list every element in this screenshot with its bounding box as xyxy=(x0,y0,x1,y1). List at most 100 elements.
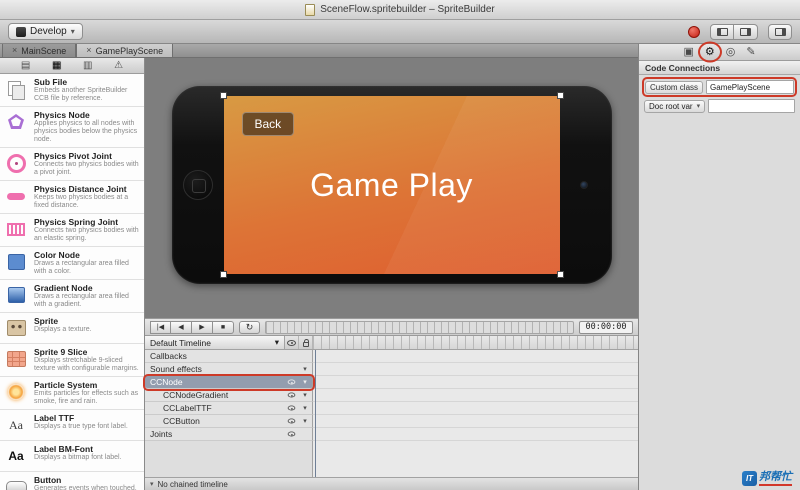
timeline-row[interactable]: CCNodeGradient ▾ xyxy=(145,389,638,402)
row-disclosure[interactable]: ▾ xyxy=(298,417,312,425)
palette-item[interactable]: Aa Label BM-Font Displays a bitmap font … xyxy=(0,441,144,472)
palette-item[interactable]: Physics Pivot Joint Connects two physics… xyxy=(0,148,144,181)
tab-label: MainScene xyxy=(21,45,67,56)
palette-item-description: Draws a rectangular area filled with a c… xyxy=(34,260,129,275)
document-tab[interactable]: × GamePlayScene xyxy=(76,44,174,57)
inspector-toggle-button[interactable] xyxy=(768,23,792,40)
palette-item[interactable]: Physics Node Applies physics to all node… xyxy=(0,107,144,148)
visibility-toggle[interactable] xyxy=(284,405,298,411)
timeline-row[interactable]: CCLabelTTF ▾ xyxy=(145,402,638,415)
right-panel-toggle-button[interactable] xyxy=(734,23,758,40)
spritebuilder-window: SceneFlow.spritebuilder – SpriteBuilder … xyxy=(0,0,800,490)
row-disclosure[interactable]: ▾ xyxy=(298,430,312,438)
custom-class-input[interactable] xyxy=(706,80,794,94)
visibility-toggle[interactable] xyxy=(284,353,298,359)
title-bar[interactable]: SceneFlow.spritebuilder – SpriteBuilder xyxy=(0,0,800,20)
keyframe-track[interactable] xyxy=(313,415,638,428)
palette-item[interactable]: Gradient Node Draws a rectangular area f… xyxy=(0,280,144,313)
step-back-button[interactable]: ◀ xyxy=(171,320,192,334)
doc-root-var-input[interactable] xyxy=(708,99,795,113)
palette-item[interactable]: Sprite 9 Slice Displays stretchable 9-sl… xyxy=(0,344,144,377)
palette-item-name: Button xyxy=(34,475,62,485)
lock-column-header xyxy=(299,336,313,349)
keyframe-track[interactable] xyxy=(313,350,638,363)
item-properties-tab-icon[interactable]: ▣ xyxy=(682,46,694,58)
keyframe-track[interactable] xyxy=(313,402,638,415)
scene-preview[interactable]: Back Game Play xyxy=(219,92,564,278)
item-templates-tab-icon[interactable]: ✎ xyxy=(745,46,756,58)
timeline-selector-dropdown[interactable]: Default Timeline ▾ xyxy=(145,336,285,349)
eye-icon xyxy=(287,392,295,398)
file-view-tab-icon[interactable]: ▤ xyxy=(21,60,30,71)
playhead-line[interactable] xyxy=(315,350,316,477)
timeline-row[interactable]: Joints ▾ xyxy=(145,428,638,441)
palette-item-name: Physics Node xyxy=(34,110,90,120)
develop-popup-button[interactable]: Develop ▾ xyxy=(8,23,83,40)
close-icon[interactable]: × xyxy=(12,46,17,55)
timeline-scrubber[interactable] xyxy=(265,320,574,334)
button-icon xyxy=(3,475,29,490)
loop-button[interactable]: ↻ xyxy=(239,320,260,334)
palette-item[interactable]: Physics Spring Joint Connects two physic… xyxy=(0,214,144,247)
visibility-toggle[interactable] xyxy=(284,366,298,372)
error-badge[interactable] xyxy=(688,25,700,38)
right-panel-icon xyxy=(740,27,751,36)
selection-handle[interactable] xyxy=(219,271,227,278)
keyframe-track[interactable] xyxy=(313,389,638,402)
node-library-tab-icon[interactable]: ▦ xyxy=(52,60,61,71)
stage-canvas[interactable]: Back Game Play xyxy=(145,58,638,318)
palette-item[interactable]: Sprite Displays a texture. xyxy=(0,313,144,344)
code-connections-tab-icon[interactable]: ⚙ xyxy=(704,46,716,58)
timeline-row[interactable]: Sound effects ▾ xyxy=(145,363,638,376)
play-button[interactable]: ▶ xyxy=(192,320,213,334)
palette-item[interactable]: Color Node Draws a rectangular area fill… xyxy=(0,247,144,280)
visibility-toggle[interactable] xyxy=(284,431,298,437)
keyframe-track[interactable] xyxy=(313,376,638,389)
chained-timeline-bar[interactable]: ▾ No chained timeline xyxy=(145,477,638,490)
center-column: Back Game Play |◀ ◀ ▶ ■ ↻ 00:00:00 Defau… xyxy=(145,58,638,490)
keyframe-track[interactable] xyxy=(313,363,638,376)
palette-item[interactable]: Aa Label TTF Displays a true type font l… xyxy=(0,410,144,441)
home-button-icon xyxy=(182,170,213,200)
palette-item[interactable]: Button Generates events when touched, ca… xyxy=(0,472,144,490)
timeline-row-label: CCNodeGradient xyxy=(163,389,229,400)
palette-item-description: Keeps two physics bodies at a fixed dist… xyxy=(34,194,129,209)
palette-item[interactable]: Particle System Emits particles for effe… xyxy=(0,377,144,410)
physics-tab-icon[interactable]: ◎ xyxy=(725,46,737,58)
timeline-row[interactable]: CCButton ▾ xyxy=(145,415,638,428)
row-disclosure[interactable]: ▾ xyxy=(298,404,312,412)
keyframe-track[interactable] xyxy=(313,428,638,441)
doc-root-var-dropdown[interactable]: Doc root var ▾ xyxy=(644,99,706,113)
row-disclosure[interactable]: ▾ xyxy=(298,391,312,399)
visibility-toggle[interactable] xyxy=(284,379,298,385)
palette-item[interactable]: Sub File Embeds another SpriteBuilder CC… xyxy=(0,74,144,107)
selection-handle[interactable] xyxy=(556,271,564,278)
chain-icon: ▾ xyxy=(150,481,154,488)
media-library-tab-icon[interactable]: ▥ xyxy=(83,60,92,71)
visibility-toggle[interactable] xyxy=(284,392,298,398)
warnings-tab-icon[interactable]: ⚠ xyxy=(114,60,123,71)
close-icon[interactable]: × xyxy=(86,46,91,55)
row-disclosure[interactable]: ▾ xyxy=(298,352,312,360)
tab-label: GamePlayScene xyxy=(95,45,164,56)
visibility-toggle[interactable] xyxy=(284,418,298,424)
row-disclosure[interactable]: ▾ xyxy=(298,378,312,386)
back-button[interactable]: Back xyxy=(241,112,295,136)
develop-label: Develop xyxy=(30,26,67,37)
playback-bar: |◀ ◀ ▶ ■ ↻ 00:00:00 xyxy=(145,318,638,336)
timeline-row[interactable]: Callbacks ▾ xyxy=(145,350,638,363)
document-tab[interactable]: × MainScene xyxy=(2,44,77,57)
code-connections-section-header[interactable]: Code Connections xyxy=(639,61,800,75)
palette-item-description: Draws a rectangular area filled with a g… xyxy=(34,293,129,308)
selection-handle[interactable] xyxy=(556,92,564,99)
stop-button[interactable]: ■ xyxy=(213,320,234,334)
palette-item[interactable]: Physics Distance Joint Keeps two physics… xyxy=(0,181,144,214)
row-disclosure[interactable]: ▾ xyxy=(298,365,312,373)
palette-item-name: Physics Pivot Joint xyxy=(34,151,112,161)
timeline-ruler[interactable] xyxy=(313,336,638,349)
inspector-tab-bar: ▣ ⚙ ◎ ✎ xyxy=(639,44,800,61)
timeline-row[interactable]: CCNode ▾ xyxy=(145,376,638,389)
selection-handle[interactable] xyxy=(219,92,227,99)
skip-to-start-button[interactable]: |◀ xyxy=(150,320,171,334)
left-panel-toggle-button[interactable] xyxy=(710,23,734,40)
